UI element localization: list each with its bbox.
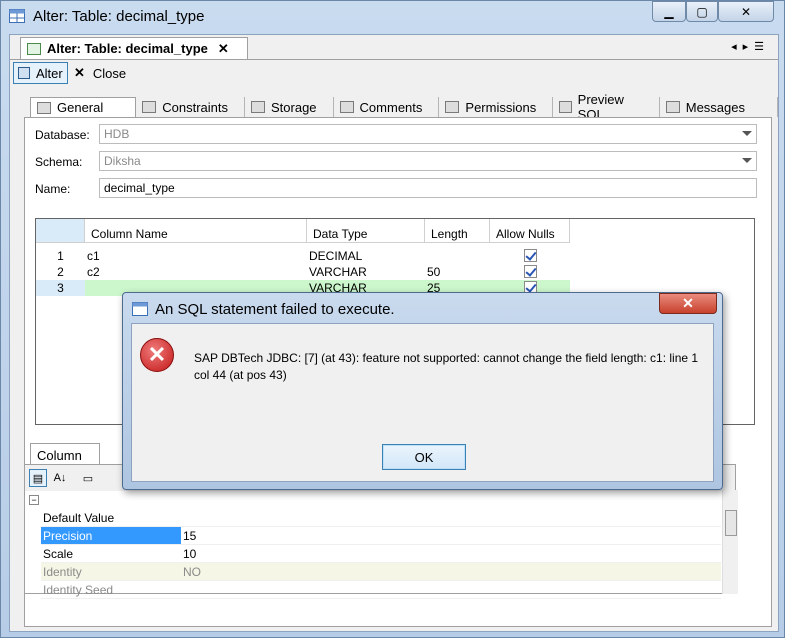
- chevron-down-icon: [742, 158, 752, 163]
- row-data-type[interactable]: VARCHAR: [307, 264, 425, 280]
- row-number: 2: [57, 265, 64, 279]
- property-key: Scale: [43, 547, 74, 561]
- document-tab-label: Alter: Table: decimal_type: [47, 41, 208, 56]
- tab-storage[interactable]: Storage: [245, 97, 334, 117]
- dialog-close-button[interactable]: ✕: [659, 293, 717, 314]
- storage-icon: [251, 101, 265, 113]
- tab-comments-label: Comments: [359, 99, 423, 115]
- property-value[interactable]: [181, 581, 721, 598]
- row-number: 3: [57, 281, 64, 295]
- tab-messages-label: Messages: [685, 99, 745, 115]
- tab-permissions[interactable]: Permissions: [439, 97, 554, 117]
- sort-az-icon[interactable]: A↓: [51, 469, 69, 487]
- property-value[interactable]: NO: [181, 563, 721, 580]
- row-length[interactable]: 50: [425, 264, 490, 280]
- database-value: HDB: [104, 127, 130, 141]
- table-row[interactable]: 1 c1 DECIMAL: [36, 248, 570, 264]
- table-icon: [9, 9, 25, 23]
- messages-icon: [665, 101, 680, 113]
- property-key: Identity: [43, 565, 82, 579]
- database-icon: [132, 302, 148, 316]
- close-button-label: Close: [92, 65, 127, 81]
- property-key: Default Value: [43, 511, 115, 525]
- collapse-icon[interactable]: −: [29, 495, 39, 505]
- property-pages-icon[interactable]: ▭: [79, 469, 97, 487]
- allow-nulls-header[interactable]: Allow Nulls: [490, 219, 570, 243]
- permissions-icon: [445, 101, 460, 113]
- schema-label: Schema:: [35, 155, 83, 169]
- tab-storage-label: Storage: [271, 99, 317, 115]
- window-title: Alter: Table: decimal_type: [33, 8, 205, 25]
- document-tab[interactable]: Alter: Table: decimal_type ✕: [20, 37, 248, 59]
- tab-preview-sql[interactable]: Preview SQL: [553, 92, 660, 122]
- allow-nulls-checkbox[interactable]: [523, 249, 537, 262]
- tab-permissions-label: Permissions: [465, 99, 537, 115]
- edit-icon: [27, 42, 41, 55]
- property-value[interactable]: 15: [181, 527, 721, 544]
- name-input[interactable]: decimal_type: [99, 178, 757, 198]
- toolbar: Alter ✕ Close: [10, 59, 778, 85]
- property-key: Identity Seed: [43, 583, 114, 597]
- alter-button-label: Alter: [36, 65, 63, 81]
- categorized-icon[interactable]: ▤: [29, 469, 47, 487]
- ok-button[interactable]: OK: [382, 444, 466, 470]
- property-row[interactable]: Precision 15: [41, 527, 721, 545]
- title-bar: Alter: Table: decimal_type ▁ ▢ ✕: [1, 1, 785, 33]
- data-type-header[interactable]: Data Type: [307, 219, 425, 243]
- property-value[interactable]: 10: [181, 545, 721, 562]
- row-data-type[interactable]: DECIMAL: [307, 248, 425, 264]
- property-row[interactable]: Scale 10: [41, 545, 721, 563]
- tab-general-label: General: [57, 100, 104, 115]
- row-length[interactable]: [425, 248, 490, 264]
- tab-constraints[interactable]: Constraints: [136, 97, 245, 117]
- tab-nav-icons[interactable]: ◂▸☰: [731, 40, 770, 53]
- length-header[interactable]: Length: [425, 219, 490, 243]
- tab-constraints-label: Constraints: [162, 99, 228, 115]
- dialog-title: An SQL statement failed to execute.: [155, 301, 395, 318]
- properties-scrollbar[interactable]: [722, 490, 738, 594]
- table-row[interactable]: 2 c2 VARCHAR 50: [36, 264, 570, 280]
- error-dialog: An SQL statement failed to execute. ✕ ✕ …: [122, 292, 723, 490]
- chevron-down-icon: [742, 131, 752, 136]
- row-number: 1: [57, 249, 64, 263]
- error-icon: ✕: [140, 338, 174, 372]
- comments-icon: [339, 101, 354, 113]
- name-label: Name:: [35, 182, 71, 196]
- schema-select[interactable]: Diksha: [99, 151, 757, 171]
- schema-value: Diksha: [104, 154, 141, 168]
- scrollbar-thumb[interactable]: [725, 510, 737, 536]
- property-row[interactable]: Default Value: [41, 509, 721, 527]
- dialog-body: ✕ SAP DBTech JDBC: [7] (at 43): feature …: [131, 323, 714, 482]
- database-label: Database:: [35, 128, 90, 142]
- row-column-name[interactable]: c2: [85, 264, 307, 280]
- allow-nulls-checkbox[interactable]: [523, 265, 537, 278]
- tab-comments[interactable]: Comments: [334, 97, 440, 117]
- general-icon: [37, 101, 51, 114]
- save-icon: [18, 67, 30, 79]
- tab-general[interactable]: General: [30, 97, 137, 117]
- tab-column[interactable]: Column: [30, 443, 100, 465]
- minimize-button[interactable]: ▁: [652, 1, 686, 22]
- constraints-icon: [142, 101, 157, 113]
- database-select[interactable]: HDB: [99, 124, 757, 144]
- alter-button[interactable]: Alter: [13, 62, 68, 84]
- maximize-button[interactable]: ▢: [686, 1, 718, 22]
- property-tabs: General Constraints Storage Comments Per…: [30, 92, 778, 122]
- preview-sql-icon: [559, 101, 572, 113]
- document-tab-close-icon[interactable]: ✕: [218, 41, 229, 57]
- close-window-button[interactable]: ✕: [718, 1, 774, 22]
- property-row[interactable]: Identity NO: [41, 563, 721, 581]
- close-icon: ✕: [74, 65, 85, 80]
- row-column-name[interactable]: c1: [85, 248, 307, 264]
- error-message: SAP DBTech JDBC: [7] (at 43): feature no…: [194, 351, 699, 382]
- property-row[interactable]: Identity Seed: [41, 581, 721, 599]
- property-key: Precision: [41, 527, 181, 544]
- grid-corner: [36, 219, 85, 243]
- column-name-header[interactable]: Column Name: [85, 219, 307, 243]
- property-value[interactable]: [181, 509, 721, 526]
- close-button[interactable]: ✕ Close: [70, 62, 130, 84]
- tab-messages[interactable]: Messages: [660, 97, 778, 117]
- grid-header: Column Name Data Type Length Allow Nulls: [36, 219, 570, 243]
